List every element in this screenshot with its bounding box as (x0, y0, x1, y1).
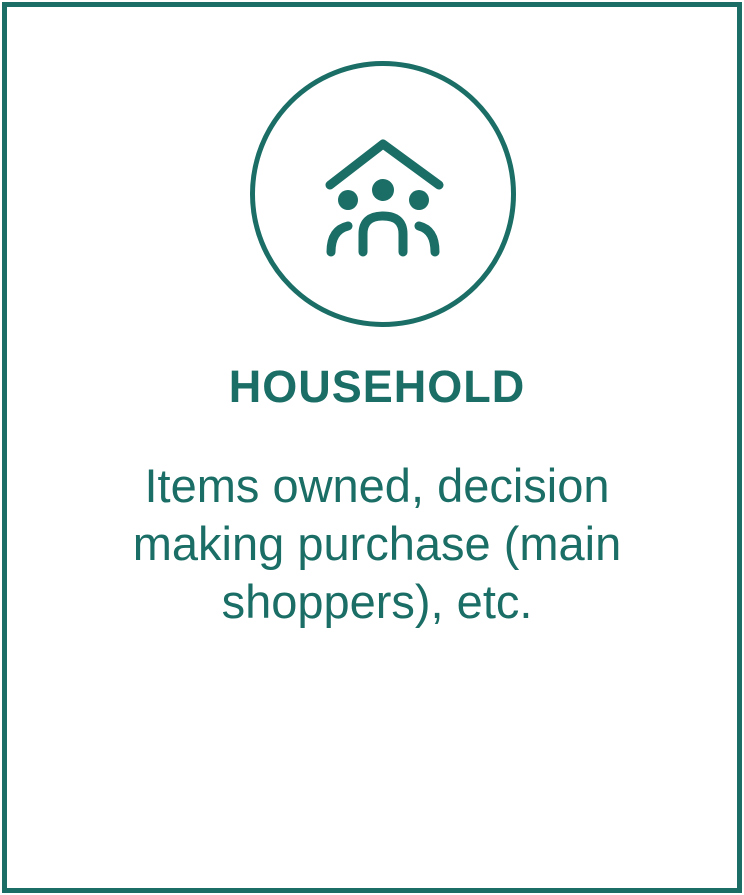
description-line: Items owned, decision (144, 459, 610, 512)
description-line: making purchase (main (132, 517, 622, 570)
icon-circle (250, 61, 516, 327)
description-line: shoppers), etc. (221, 575, 533, 628)
household-card: HOUSEHOLD Items owned, decision making p… (2, 2, 742, 893)
card-title: HOUSEHOLD (228, 361, 526, 412)
household-family-icon (325, 139, 444, 257)
card-description: Items owned, decision making purchase (m… (7, 457, 744, 631)
